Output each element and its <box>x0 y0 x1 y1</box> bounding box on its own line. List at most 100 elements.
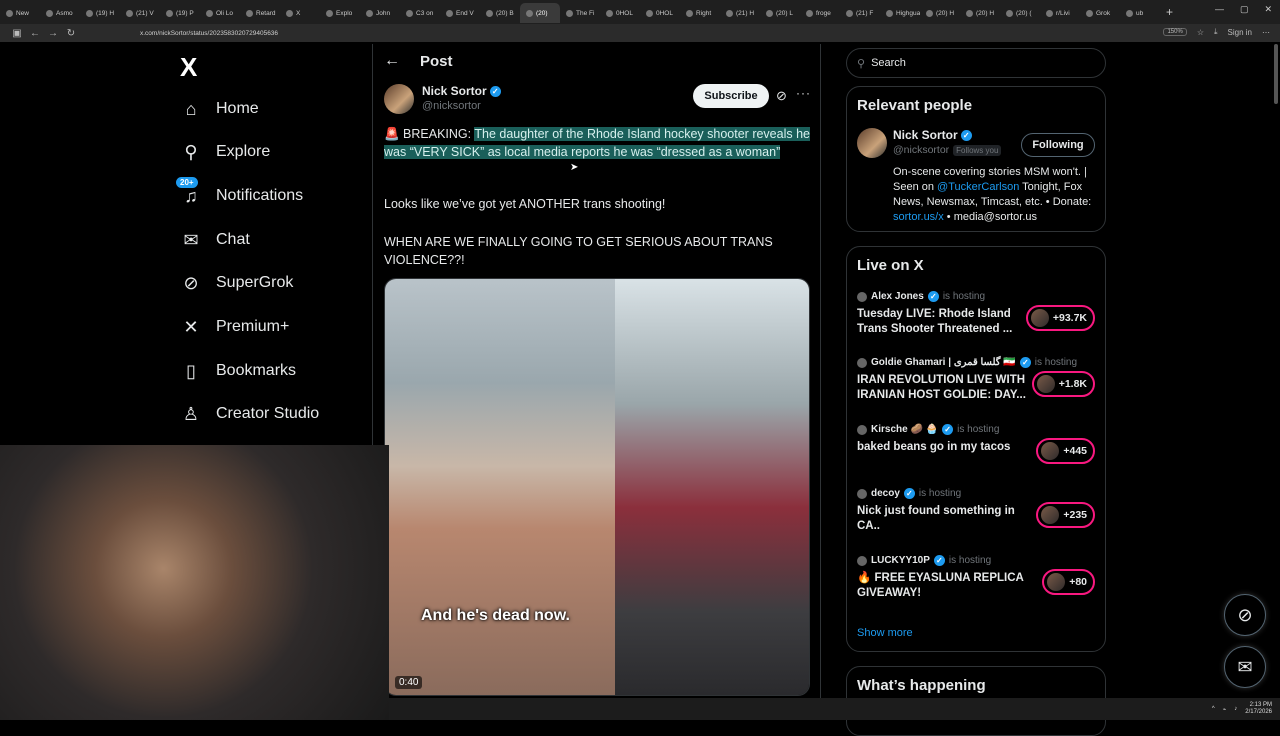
browser-tab[interactable]: Asmo <box>40 3 80 23</box>
live-item[interactable]: LUCKYY10P ✓ is hosting 🔥 FREE EYASLUNA REPL… <box>857 555 1097 601</box>
person-name[interactable]: Nick Sortor <box>893 128 958 142</box>
browser-tab[interactable]: (20) H <box>960 3 1000 23</box>
live-listener-pill[interactable]: +1.8K <box>1031 371 1095 397</box>
reload-icon[interactable]: ↻ <box>62 28 80 39</box>
sidebar-item-chat[interactable]: ✉ Chat <box>180 229 249 251</box>
browser-tab[interactable]: 0HOL <box>640 3 680 23</box>
zoom-indicator[interactable]: 150% <box>1163 28 1187 36</box>
tab-label: Oli Lo <box>216 9 233 17</box>
tab-label: (20) H <box>976 9 995 17</box>
minimize-icon[interactable]: — <box>1215 4 1224 15</box>
download-icon[interactable]: ⤓ <box>1214 27 1218 37</box>
browser-tab[interactable]: New <box>0 3 40 23</box>
live-item[interactable]: decoy ✓ is hosting Nick just found somethin… <box>857 488 1097 534</box>
x-logo[interactable]: X <box>180 52 197 83</box>
subscribe-button[interactable]: Subscribe <box>693 84 769 108</box>
sidebar-item-explore[interactable]: ⚲ Explore <box>180 141 270 163</box>
tab-favicon-icon <box>46 9 53 17</box>
browser-tab[interactable]: Highguar <box>880 3 920 23</box>
tab-label: X <box>296 9 301 17</box>
clock[interactable]: 2:13 PM 2/17/2026 <box>1245 702 1272 716</box>
browser-tab[interactable]: r/Livi <box>1040 3 1080 23</box>
browser-tab[interactable]: Right <box>680 3 720 23</box>
author-handle[interactable]: @nicksortor <box>422 100 501 112</box>
browser-tab[interactable]: (21) H <box>720 3 760 23</box>
browser-tab[interactable]: (20) L <box>760 3 800 23</box>
back-arrow-icon[interactable]: ← <box>384 52 400 70</box>
browser-tab[interactable]: (20) <box>520 3 560 23</box>
live-listener-pill[interactable]: +445 <box>1036 438 1095 464</box>
signin-button[interactable]: Sign in <box>1228 28 1252 37</box>
host-avatar <box>857 555 867 566</box>
network-icon[interactable]: ⌁ <box>1223 706 1227 713</box>
live-listener-pill[interactable]: +235 <box>1036 502 1095 528</box>
menu-icon[interactable]: ⋯ <box>1262 28 1270 37</box>
listener-count: +445 <box>1063 445 1087 457</box>
browser-tab[interactable]: C3 on <box>400 3 440 23</box>
browser-tab[interactable]: John <box>360 3 400 23</box>
live-item[interactable]: Goldie Ghamari | گلسا قمری 🇮🇷 ✓ is hosting… <box>857 357 1097 403</box>
post-author[interactable]: Nick Sortor ✓ @nicksortor <box>384 84 501 114</box>
browser-tab[interactable]: (21) F <box>840 3 880 23</box>
browser-tab[interactable]: X <box>280 3 320 23</box>
browser-tab[interactable]: (19) P <box>160 3 200 23</box>
grok-icon[interactable]: ⊘ <box>776 88 787 104</box>
browser-tab[interactable]: End V <box>440 3 480 23</box>
more-icon[interactable]: ··· <box>796 86 811 100</box>
tab-favicon-icon <box>566 9 573 17</box>
live-listener-pill[interactable]: +93.7K <box>1025 305 1095 331</box>
scrollbar[interactable] <box>1274 44 1278 104</box>
browser-tab[interactable]: Grok <box>1080 3 1120 23</box>
author-name[interactable]: Nick Sortor <box>422 84 487 98</box>
tab-label: (20) ( <box>1016 9 1032 17</box>
live-item[interactable]: Kirsche 🥔 🧁 ✓ is hosting baked beans go in … <box>857 424 1097 464</box>
browser-tab[interactable]: (20) H <box>920 3 960 23</box>
verified-icon: ✓ <box>933 555 945 566</box>
messages-fab-icon[interactable]: ✉ <box>1224 646 1266 688</box>
sidebar-toggle-icon[interactable]: ▣ <box>8 28 26 39</box>
browser-tab[interactable]: Explo <box>320 3 360 23</box>
sidebar-item-creator-studio[interactable]: ♙ Creator Studio <box>180 403 319 425</box>
url-field[interactable]: x.com/nickSortor/status/2023583020729405… <box>140 30 278 37</box>
browser-tab[interactable]: ub <box>1120 3 1160 23</box>
sidebar-item-notifications[interactable]: ♫ 20+ Notifications <box>176 177 303 207</box>
avatar[interactable] <box>857 128 887 158</box>
new-tab-button[interactable]: + <box>1166 5 1173 19</box>
browser-tab[interactable]: froge <box>800 3 840 23</box>
grok-fab-icon[interactable]: ⊘ <box>1224 594 1266 636</box>
restore-icon[interactable]: ▢ <box>1240 4 1249 15</box>
browser-tab[interactable]: Oli Lo <box>200 3 240 23</box>
clock-date: 2/17/2026 <box>1245 709 1272 715</box>
sidebar-item-supergrok[interactable]: ⊘ SuperGrok <box>180 272 293 294</box>
tray-chevron-icon[interactable]: ^ <box>1212 706 1215 712</box>
tab-favicon-icon <box>6 9 13 17</box>
sidebar-item-bookmarks[interactable]: ▯ Bookmarks <box>180 360 296 382</box>
browser-tab[interactable]: (21) V <box>120 3 160 23</box>
browser-tab[interactable]: (20) ( <box>1000 3 1040 23</box>
sidebar-item-premium[interactable]: ✕ Premium+ <box>180 316 289 338</box>
show-more-link[interactable]: Show more <box>857 627 913 639</box>
bio-mention-link[interactable]: @TuckerCarlson <box>937 181 1019 193</box>
tab-label: Asmo <box>56 9 73 17</box>
browser-tab[interactable]: (19) H <box>80 3 120 23</box>
avatar[interactable] <box>384 84 414 114</box>
star-icon[interactable]: ☆ <box>1197 28 1204 37</box>
browser-tab[interactable]: The Fi <box>560 3 600 23</box>
browser-tab[interactable]: 0HOL <box>600 3 640 23</box>
hosting-label: is hosting <box>948 555 992 566</box>
live-item[interactable]: Alex Jones ✓ is hosting Tuesday LIVE: Rhode… <box>857 291 1097 337</box>
close-icon[interactable]: ✕ <box>1264 4 1272 15</box>
post-video[interactable]: And he's dead now. 0:40 <box>384 278 810 696</box>
person-handle[interactable]: @nicksortor <box>893 144 949 156</box>
browser-tab[interactable]: (20) B <box>480 3 520 23</box>
volume-icon[interactable]: ♪ <box>1234 706 1237 712</box>
live-listener-pill[interactable]: +80 <box>1042 569 1095 595</box>
tab-label: 0HOL <box>656 9 673 17</box>
sidebar-item-home[interactable]: ⌂ Home <box>180 98 259 120</box>
bio-url-link[interactable]: sortor.us/x <box>893 211 944 223</box>
following-button[interactable]: Following <box>1021 133 1095 157</box>
back-icon[interactable]: ← <box>26 28 44 39</box>
search-input[interactable]: ⚲ Search <box>846 48 1106 78</box>
forward-icon[interactable]: → <box>44 28 62 39</box>
browser-tab[interactable]: Retard <box>240 3 280 23</box>
